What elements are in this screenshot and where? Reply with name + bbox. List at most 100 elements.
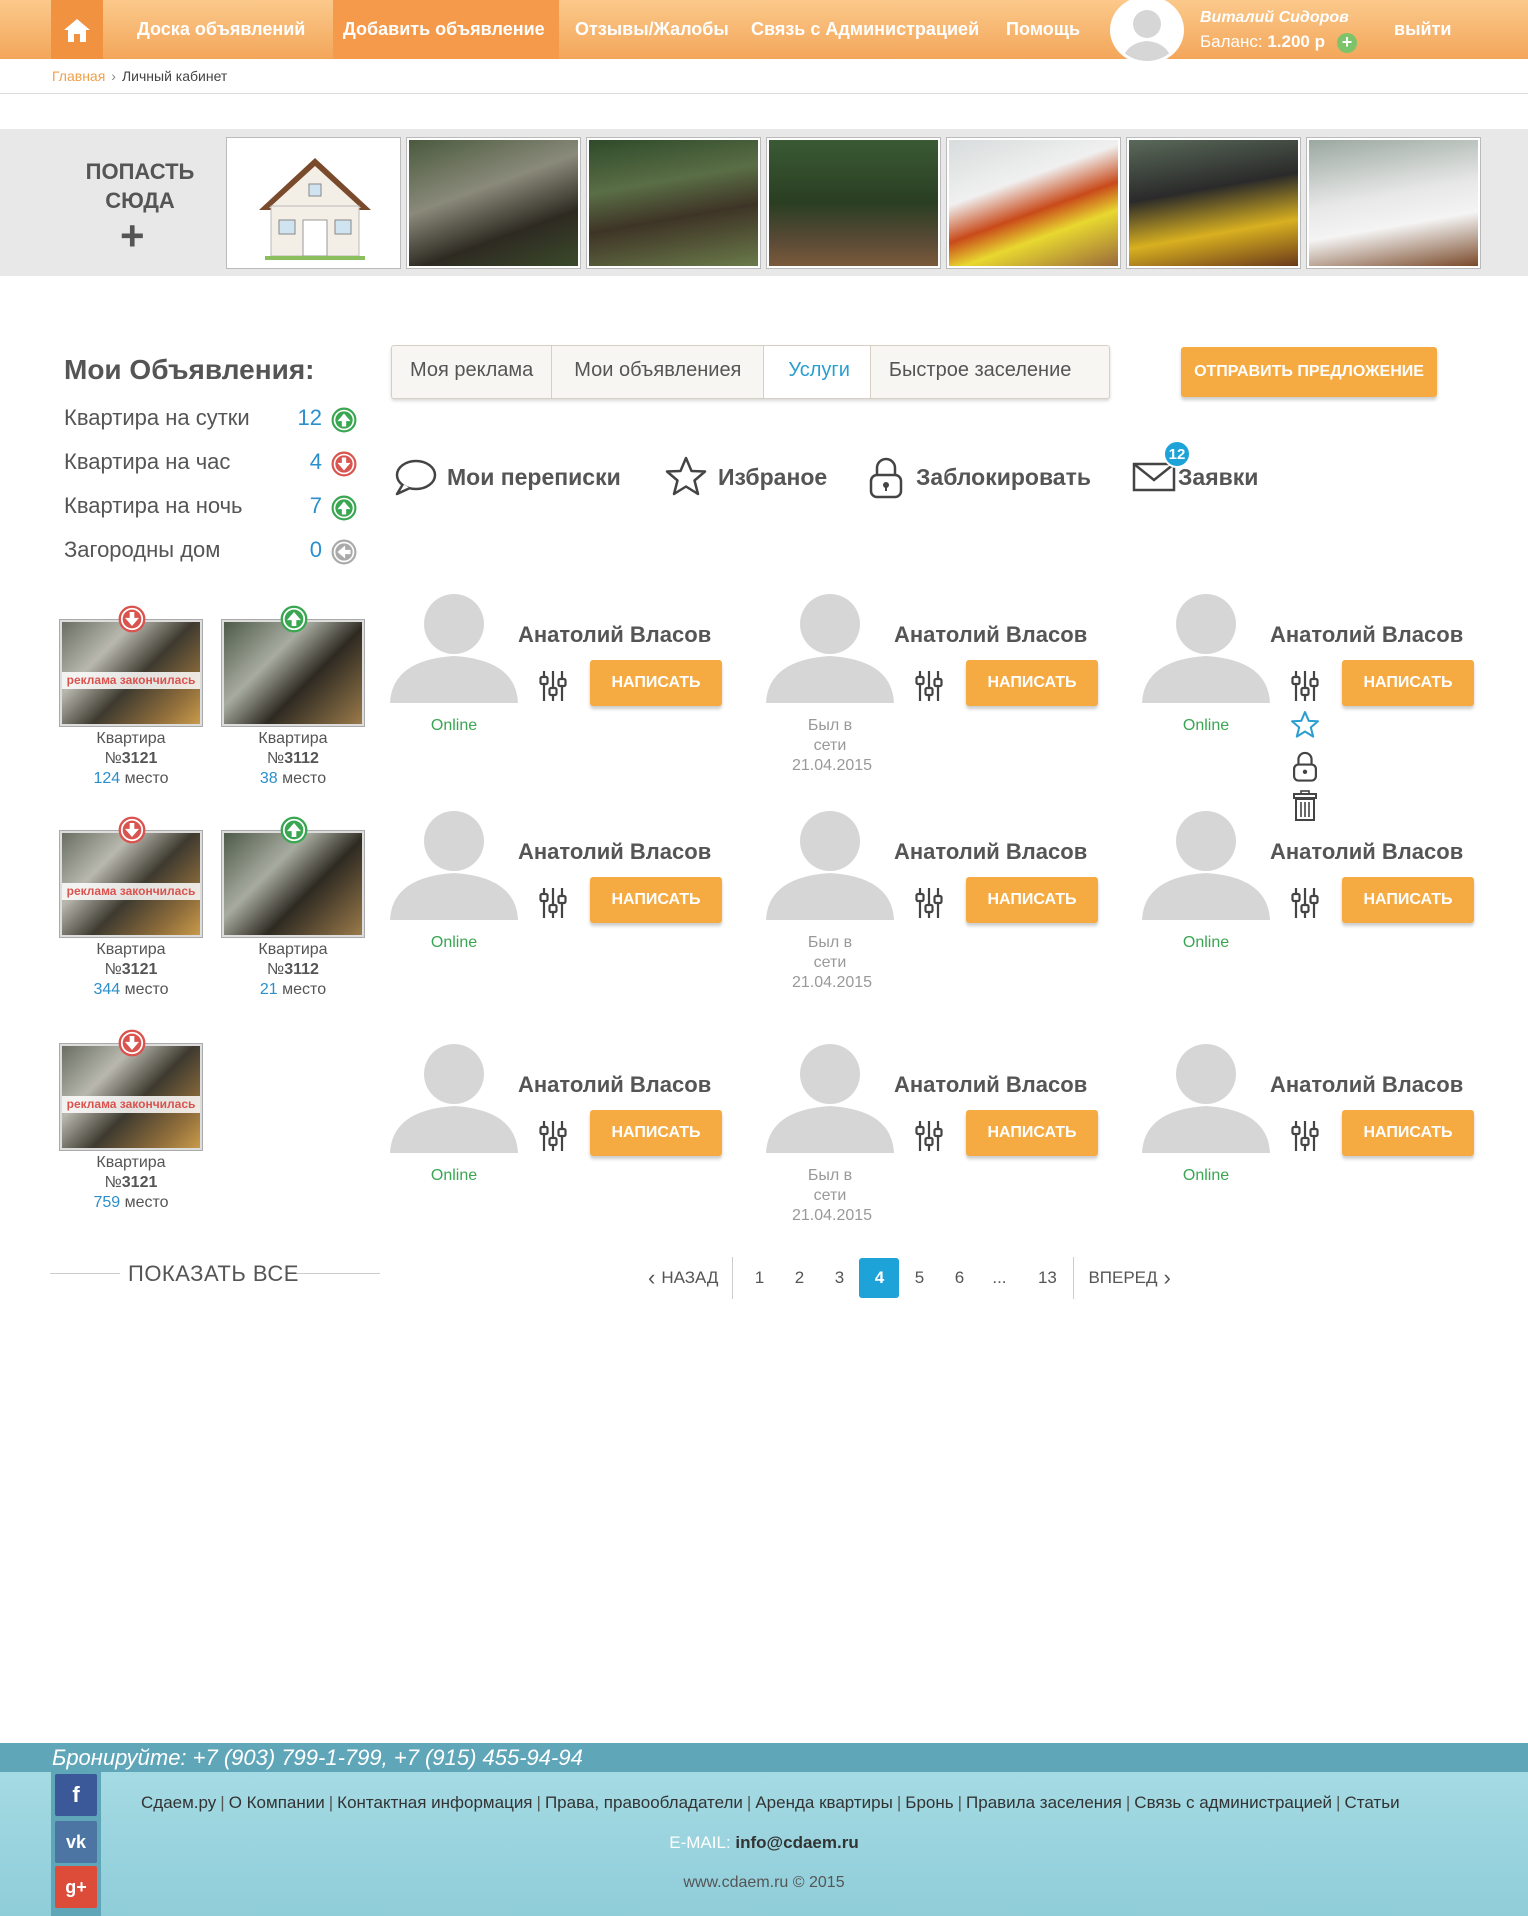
tab-services[interactable]: Услуги — [764, 346, 871, 398]
plus-icon[interactable]: + — [120, 215, 145, 257]
listing-card[interactable]: реклама закончилась Квартира №3121 344 м… — [60, 816, 205, 1016]
settings-sliders-icon[interactable] — [914, 1118, 944, 1154]
listing-photo[interactable]: реклама закончилась — [60, 831, 202, 937]
write-button[interactable]: НАПИСАТЬ — [1342, 877, 1474, 923]
avatar[interactable] — [1142, 1038, 1272, 1153]
avatar[interactable] — [1142, 805, 1272, 920]
footer-link[interactable]: Связь с администрацией — [1134, 1793, 1332, 1812]
footer-link[interactable]: Права, правообладатели — [545, 1793, 743, 1812]
listing-photo[interactable]: реклама закончилась — [60, 1044, 202, 1150]
my-ads-row[interactable]: Квартира на сутки 12 — [64, 405, 364, 445]
tab-quick-checkin[interactable]: Быстрое заселение — [871, 346, 1089, 398]
block-link[interactable]: Заблокировать — [866, 455, 1091, 499]
write-button[interactable]: НАПИСАТЬ — [1342, 660, 1474, 706]
footer-link[interactable]: Статьи — [1344, 1793, 1399, 1812]
user-name[interactable]: Анатолий Власов — [894, 839, 1087, 865]
pagination-page[interactable]: 13 — [1027, 1268, 1067, 1288]
favorites-link[interactable]: Избраное — [664, 455, 827, 499]
my-messages-link[interactable]: Мои переписки — [393, 455, 621, 499]
listing-photo[interactable] — [222, 831, 364, 937]
settings-sliders-icon[interactable] — [538, 1118, 568, 1154]
write-button[interactable]: НАПИСАТЬ — [966, 660, 1098, 706]
pagination-page[interactable]: 5 — [899, 1268, 939, 1288]
tab-my-ads[interactable]: Мои объявлениея — [552, 346, 765, 398]
pagination-page[interactable]: 4 — [859, 1258, 900, 1298]
gallery-thumb[interactable] — [1307, 138, 1480, 268]
gallery-thumb[interactable] — [407, 138, 580, 268]
footer-link[interactable]: О Компании — [229, 1793, 325, 1812]
listing-card[interactable]: Квартира №3112 38 место — [222, 605, 367, 805]
write-button[interactable]: НАПИСАТЬ — [1342, 1110, 1474, 1156]
write-button[interactable]: НАПИСАТЬ — [590, 660, 722, 706]
settings-sliders-icon[interactable] — [1290, 885, 1320, 921]
settings-sliders-icon[interactable] — [538, 668, 568, 704]
user-name[interactable]: Анатолий Власов — [894, 1072, 1087, 1098]
nav-help[interactable]: Помощь — [996, 0, 1090, 59]
footer-link[interactable]: Аренда квартиры — [755, 1793, 893, 1812]
facebook-icon[interactable]: f — [55, 1774, 97, 1816]
write-button[interactable]: НАПИСАТЬ — [590, 1110, 722, 1156]
avatar[interactable] — [390, 1038, 520, 1153]
pagination-page[interactable]: 2 — [779, 1268, 819, 1288]
avatar[interactable] — [390, 805, 520, 920]
gallery-thumb[interactable] — [947, 138, 1120, 268]
settings-sliders-icon[interactable] — [914, 668, 944, 704]
listing-card[interactable]: Квартира №3112 21 место — [222, 816, 367, 1016]
footer-link[interactable]: Правила заселения — [966, 1793, 1122, 1812]
listing-photo[interactable] — [222, 620, 364, 726]
breadcrumb-home[interactable]: Главная — [52, 68, 105, 84]
listing-card[interactable]: реклама закончилась Квартира №3121 759 м… — [60, 1029, 205, 1229]
gallery-thumb[interactable] — [587, 138, 760, 268]
footer-link[interactable]: Контактная информация — [337, 1793, 532, 1812]
my-ads-row[interactable]: Квартира на час 4 — [64, 449, 364, 489]
settings-sliders-icon[interactable] — [538, 885, 568, 921]
logout-link[interactable]: выйти — [1394, 0, 1451, 59]
pagination-page[interactable]: 1 — [739, 1268, 779, 1288]
avatar[interactable] — [390, 588, 520, 703]
get-here-label[interactable]: ПОПАСТЬ СЮДА — [70, 157, 210, 215]
user-name[interactable]: Анатолий Власов — [518, 1072, 711, 1098]
write-button[interactable]: НАПИСАТЬ — [966, 877, 1098, 923]
user-name[interactable]: Анатолий Власов — [518, 622, 711, 648]
listing-card[interactable]: реклама закончилась Квартира №3121 124 м… — [60, 605, 205, 805]
home-button[interactable] — [51, 0, 103, 59]
avatar[interactable] — [766, 1038, 896, 1153]
avatar[interactable] — [766, 588, 896, 703]
settings-sliders-icon[interactable] — [914, 885, 944, 921]
settings-sliders-icon[interactable] — [1290, 1118, 1320, 1154]
favorite-star-icon[interactable] — [1290, 710, 1320, 740]
pagination-prev[interactable]: ‹ НАЗАД — [640, 1265, 726, 1291]
user-name[interactable]: Виталий Сидоров — [1200, 9, 1349, 27]
my-ads-row[interactable]: Загородны дом 0 — [64, 537, 364, 577]
nav-board[interactable]: Доска объявлений — [127, 0, 315, 59]
user-name[interactable]: Анатолий Власов — [518, 839, 711, 865]
write-button[interactable]: НАПИСАТЬ — [590, 877, 722, 923]
listing-photo[interactable]: реклама закончилась — [60, 620, 202, 726]
pagination-next[interactable]: ВПЕРЕД › — [1080, 1265, 1178, 1291]
nav-add-ad[interactable]: Добавить объявление — [333, 0, 559, 59]
nav-contact-admin[interactable]: Связь с Администрацией — [741, 0, 989, 59]
tab-my-promo[interactable]: Моя реклама — [392, 346, 553, 398]
footer-link[interactable]: Сдаем.ру — [141, 1793, 216, 1812]
show-all-link[interactable]: ПОКАЗАТЬ ВСЕ — [128, 1261, 299, 1287]
footer-link[interactable]: Бронь — [905, 1793, 953, 1812]
lock-icon[interactable] — [1290, 750, 1320, 782]
user-name[interactable]: Анатолий Власов — [1270, 839, 1463, 865]
nav-reviews[interactable]: Отзывы/Жалобы — [565, 0, 739, 59]
send-offer-button[interactable]: ОТПРАВИТЬ ПРЕДЛОЖЕНИЕ — [1181, 347, 1437, 397]
gallery-thumb[interactable] — [227, 138, 400, 268]
add-balance-icon[interactable]: + — [1337, 33, 1357, 53]
avatar[interactable] — [766, 805, 896, 920]
user-name[interactable]: Анатолий Власов — [1270, 1072, 1463, 1098]
settings-sliders-icon[interactable] — [1290, 668, 1320, 704]
my-ads-row[interactable]: Квартира на ночь 7 — [64, 493, 364, 533]
gallery-thumb[interactable] — [767, 138, 940, 268]
user-name[interactable]: Анатолий Власов — [894, 622, 1087, 648]
gallery-thumb[interactable] — [1127, 138, 1300, 268]
user-name[interactable]: Анатолий Власов — [1270, 622, 1463, 648]
pagination-page[interactable]: 6 — [939, 1268, 979, 1288]
write-button[interactable]: НАПИСАТЬ — [966, 1110, 1098, 1156]
email-link[interactable]: info@cdaem.ru — [735, 1833, 858, 1852]
pagination-page[interactable]: 3 — [819, 1268, 859, 1288]
requests-link[interactable]: Заявки — [1132, 455, 1258, 499]
